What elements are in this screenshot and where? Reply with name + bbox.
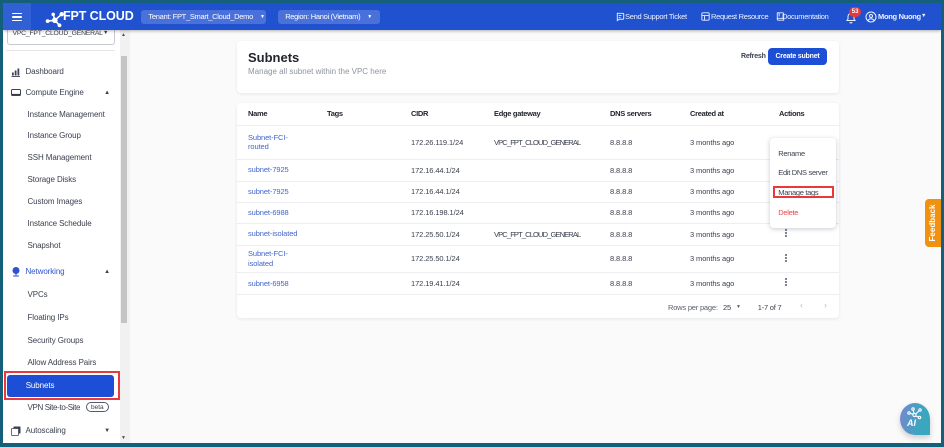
svg-text:AI: AI <box>906 418 916 428</box>
